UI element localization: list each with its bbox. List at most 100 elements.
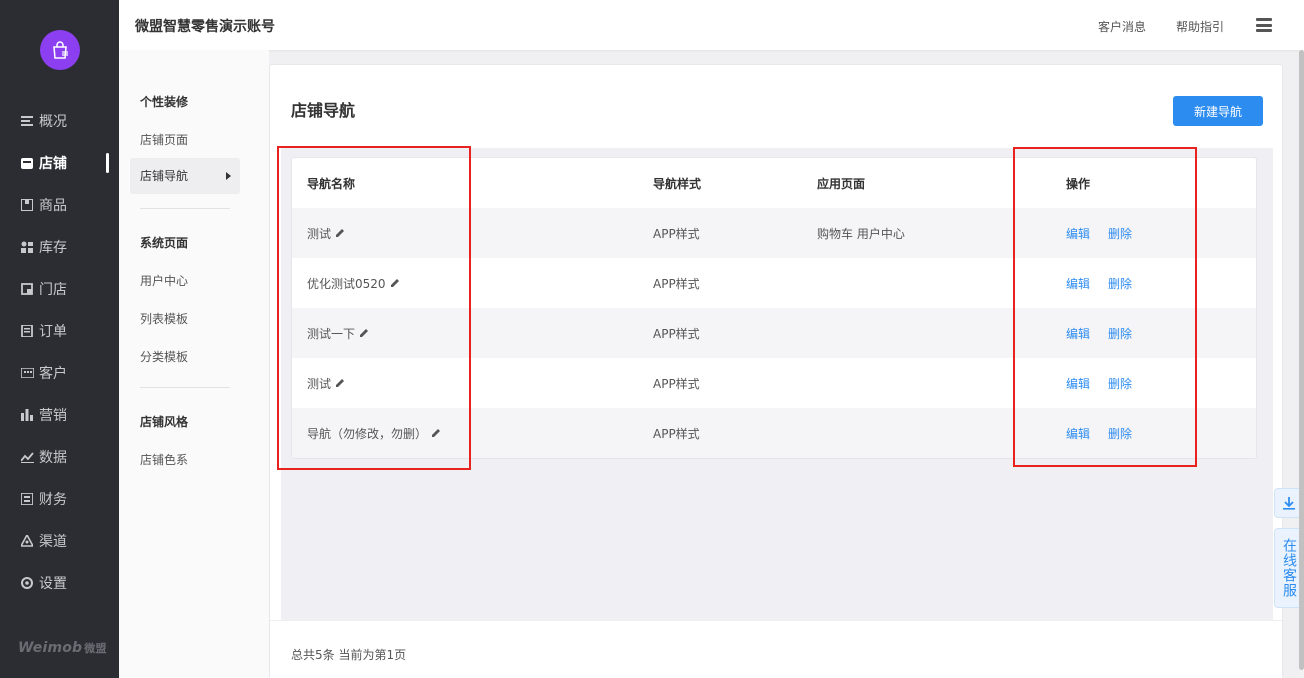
shop-icon xyxy=(20,282,34,296)
delete-button[interactable]: 删除 xyxy=(1108,277,1132,291)
subnav-group-title: 店铺风格 xyxy=(140,415,189,429)
subnav-item-list-template[interactable]: 列表模板 xyxy=(140,310,188,327)
subnav-item-user-center[interactable]: 用户中心 xyxy=(140,272,188,289)
subnav-item-label: 店铺导航 xyxy=(140,169,189,183)
nav-item-store[interactable]: 店铺 xyxy=(0,142,119,184)
nav-label: 店铺 xyxy=(39,156,67,172)
order-icon xyxy=(20,324,34,338)
nav-style-cell: APP样式 xyxy=(653,226,700,241)
brand-logo: Weimob 微盟 xyxy=(18,640,107,656)
nav-item-goods[interactable]: 商品 xyxy=(0,184,119,226)
nav-name-cell: 优化测试0520 xyxy=(307,275,400,292)
edit-button[interactable]: 编辑 xyxy=(1066,327,1090,341)
nav-label: 客户 xyxy=(39,366,67,382)
marketing-icon xyxy=(20,408,34,422)
nav-item-settings[interactable]: 设置 xyxy=(0,562,119,604)
column-header-actions: 操作 xyxy=(1066,176,1091,191)
pencil-icon[interactable] xyxy=(431,428,441,438)
actions-cell: 编辑 删除 xyxy=(1066,225,1132,242)
nav-label: 概况 xyxy=(39,114,67,130)
brand-text-cn: 微盟 xyxy=(84,642,107,655)
scrollbar[interactable] xyxy=(1299,50,1304,678)
scrollbar-thumb[interactable] xyxy=(1299,50,1304,670)
table-row: 优化测试0520 APP样式 编辑 删除 xyxy=(292,258,1256,308)
nav-name: 测试 xyxy=(307,376,332,391)
download-icon xyxy=(1283,497,1295,510)
channel-icon xyxy=(20,534,34,548)
new-navigation-button[interactable]: 新建导航 xyxy=(1173,96,1263,126)
logo[interactable] xyxy=(40,30,80,70)
nav-label: 财务 xyxy=(39,492,67,508)
delete-button[interactable]: 删除 xyxy=(1108,427,1132,441)
customer-messages-link[interactable]: 客户消息 xyxy=(1098,18,1146,35)
nav-name-cell: 测试一下 xyxy=(307,325,369,342)
subnav-item-category-template[interactable]: 分类模板 xyxy=(140,348,188,365)
table-row: 测试 APP样式 编辑 删除 xyxy=(292,358,1256,408)
table-row: 导航（勿修改，勿删） APP样式 编辑 删除 xyxy=(292,408,1256,458)
nav-item-finance[interactable]: 财务 xyxy=(0,478,119,520)
nav-name-cell: 测试 xyxy=(307,225,345,242)
delete-button[interactable]: 删除 xyxy=(1108,327,1132,341)
nav-name-cell: 测试 xyxy=(307,375,345,392)
nav-item-overview[interactable]: 概况 xyxy=(0,100,119,142)
column-header-pages: 应用页面 xyxy=(817,176,866,191)
nav-item-order[interactable]: 订单 xyxy=(0,310,119,352)
nav-item-data[interactable]: 数据 xyxy=(0,436,119,478)
nav-item-inventory[interactable]: 库存 xyxy=(0,226,119,268)
delete-button[interactable]: 删除 xyxy=(1108,377,1132,391)
main-nav-list: 概况 店铺 商品 库存 门店 订单 客户 营销 数据 财务 渠道 设置 xyxy=(0,100,119,604)
subnav-item-store-nav[interactable]: 店铺导航 xyxy=(130,158,240,194)
column-header-style: 导航样式 xyxy=(653,176,702,191)
edit-button[interactable]: 编辑 xyxy=(1066,277,1090,291)
pencil-icon[interactable] xyxy=(335,378,345,388)
left-nav: 概况 店铺 商品 库存 门店 订单 客户 营销 数据 财务 渠道 设置 Weim… xyxy=(0,0,119,678)
navigation-table: 导航名称 导航样式 应用页面 操作 测试 APP样式 购物车 用户中心 编辑 删除… xyxy=(291,157,1257,459)
pencil-icon[interactable] xyxy=(335,228,345,238)
nav-label: 营销 xyxy=(39,408,67,424)
nav-item-marketing[interactable]: 营销 xyxy=(0,394,119,436)
column-header-name: 导航名称 xyxy=(307,176,356,191)
nav-label: 订单 xyxy=(39,324,67,340)
nav-item-channel[interactable]: 渠道 xyxy=(0,520,119,562)
edit-button[interactable]: 编辑 xyxy=(1066,377,1090,391)
nav-style-cell: APP样式 xyxy=(653,326,700,341)
help-guide-link[interactable]: 帮助指引 xyxy=(1176,18,1224,35)
shopping-bag-icon xyxy=(53,41,68,59)
page-title: 店铺导航 xyxy=(291,101,356,120)
pencil-icon[interactable] xyxy=(359,328,369,338)
edit-button[interactable]: 编辑 xyxy=(1066,227,1090,241)
nav-label: 设置 xyxy=(39,576,67,592)
nav-item-customer[interactable]: 客户 xyxy=(0,352,119,394)
edit-button[interactable]: 编辑 xyxy=(1066,427,1090,441)
pagination-bar: 总共5条 当前为第1页 xyxy=(270,620,1282,678)
divider xyxy=(140,208,230,209)
nav-name: 优化测试0520 xyxy=(307,276,386,291)
actions-cell: 编辑 删除 xyxy=(1066,425,1132,442)
nav-item-shop[interactable]: 门店 xyxy=(0,268,119,310)
nav-style-cell: APP样式 xyxy=(653,276,700,291)
top-header: 微盟智慧零售演示账号 客户消息 帮助指引 xyxy=(119,0,1304,50)
table-header: 导航名称 导航样式 应用页面 操作 xyxy=(292,158,1256,208)
settings-icon xyxy=(20,576,34,590)
nav-name: 测试 xyxy=(307,226,332,241)
caret-right-icon xyxy=(226,172,231,180)
delete-button[interactable]: 删除 xyxy=(1108,227,1132,241)
nav-name: 测试一下 xyxy=(307,326,356,341)
data-icon xyxy=(20,450,34,464)
nav-style-cell: APP样式 xyxy=(653,376,700,391)
account-title: 微盟智慧零售演示账号 xyxy=(135,19,275,35)
nav-label: 库存 xyxy=(39,240,67,256)
nav-style-cell: APP样式 xyxy=(653,426,700,441)
finance-icon xyxy=(20,492,34,506)
divider xyxy=(140,387,230,388)
nav-pages-cell: 购物车 用户中心 xyxy=(817,226,905,241)
actions-cell: 编辑 删除 xyxy=(1066,375,1132,392)
subnav-item-store-page[interactable]: 店铺页面 xyxy=(140,131,188,148)
subnav-item-store-color[interactable]: 店铺色系 xyxy=(140,451,188,468)
pencil-icon[interactable] xyxy=(390,278,400,288)
goods-icon xyxy=(20,198,34,212)
hamburger-menu-icon[interactable] xyxy=(1256,18,1272,32)
table-row: 测试一下 APP样式 编辑 删除 xyxy=(292,308,1256,358)
customer-icon xyxy=(20,366,34,380)
nav-name-cell: 导航（勿修改，勿删） xyxy=(307,425,441,442)
